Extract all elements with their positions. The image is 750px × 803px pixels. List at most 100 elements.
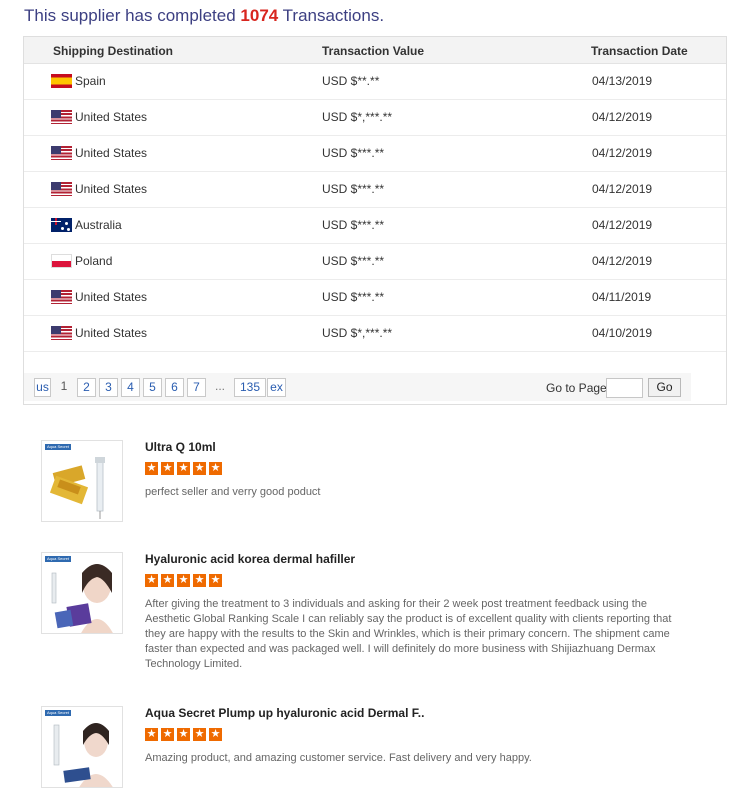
review-product-title[interactable]: Hyaluronic acid korea dermal hafiller [145,552,355,566]
review-text: perfect seller and verry good poduct [145,486,321,498]
destination-country: Spain [75,74,106,88]
transaction-value: USD $***.** [322,254,385,268]
table-row: Poland USD $***.** 04/12/2019 [24,244,726,280]
table-row: Australia USD $***.** 04/12/2019 [24,208,726,244]
transaction-value: USD $***.** [322,290,385,304]
destination-country: United States [75,110,148,124]
last-page-link[interactable]: 135 [234,378,266,397]
headline-suffix: Transactions. [282,6,385,25]
transaction-value: USD $***.** [322,146,385,160]
transaction-value: USD $*,***.** [322,326,393,340]
product-image-icon [49,457,105,519]
star-icon [209,727,222,741]
brand-label: Aqua Secret [45,444,71,450]
transaction-count: 1074 [240,6,279,25]
rating-stars [145,727,222,741]
page-link[interactable]: 4 [121,378,140,397]
star-icon [161,727,174,741]
page-link[interactable]: 6 [165,378,184,397]
product-thumbnail[interactable]: Aqua Secret [41,440,123,522]
review-product-title[interactable]: Ultra Q 10ml [145,440,216,454]
headline-prefix: This supplier has completed [24,6,236,25]
star-icon [177,727,190,741]
poland-flag-icon [51,254,72,268]
destination-country: United States [75,146,148,160]
next-page-button[interactable]: ex [267,378,286,397]
review-text: After giving the treatment to 3 individu… [145,598,672,670]
transaction-value: USD $***.** [322,182,385,196]
us-flag-icon [51,146,72,160]
page-current: 1 [60,379,68,393]
transaction-date: 04/12/2019 [592,218,653,232]
review-item: Aqua Secret Hyaluronic acid korea dermal… [41,552,701,672]
star-icon [193,461,206,475]
transactions-table: Shipping Destination Transaction Value T… [23,36,727,405]
table-row: United States USD $***.** 04/11/2019 [24,280,726,316]
star-icon [177,461,190,475]
review-item: Aqua Secret Ultra Q 10ml perfect seller … [41,440,701,522]
transaction-date: 04/12/2019 [592,146,653,160]
pagination-bar: us 1 2 3 4 5 6 7 ... 135 ex Go to Page G… [24,373,691,401]
table-row: United States USD $*,***.** 04/10/2019 [24,316,726,352]
review-product-title[interactable]: Aqua Secret Plump up hyaluronic acid Der… [145,706,424,720]
review-item: Aqua Secret Aqua Secret Plump up hyaluro… [41,706,701,790]
star-icon [161,461,174,475]
destination-country: Australia [75,218,122,232]
table-row: United States USD $*,***.** 04/12/2019 [24,100,726,136]
transaction-date: 04/13/2019 [592,74,653,88]
star-icon [193,573,206,587]
star-icon [177,573,190,587]
transaction-date: 04/10/2019 [592,326,653,340]
transaction-date: 04/12/2019 [592,110,653,124]
us-flag-icon [51,182,72,196]
destination-country: United States [75,290,148,304]
us-flag-icon [51,326,72,340]
star-icon [209,573,222,587]
star-icon [193,727,206,741]
star-icon [145,727,158,741]
table-row: Spain USD $**.** 04/13/2019 [24,64,726,100]
rating-stars [145,461,222,475]
transaction-date: 04/12/2019 [592,182,653,196]
prev-page-button[interactable]: us [34,378,51,397]
us-flag-icon [51,110,72,124]
goto-page-input[interactable] [606,378,643,398]
page-link[interactable]: 5 [143,378,162,397]
destination-country: United States [75,182,148,196]
table-row: United States USD $***.** 04/12/2019 [24,136,726,172]
page-link[interactable]: 3 [99,378,118,397]
star-icon [209,461,222,475]
spain-flag-icon [51,74,72,88]
transaction-value: USD $*,***.** [322,110,393,124]
product-thumbnail[interactable]: Aqua Secret [41,706,123,788]
brand-label: Aqua Secret [45,556,71,562]
transactions-headline: This supplier has completed 1074 Transac… [24,6,384,26]
transaction-value: USD $**.** [322,74,380,88]
star-icon [145,461,158,475]
transaction-date: 04/12/2019 [592,254,653,268]
table-row: United States USD $***.** 04/12/2019 [24,172,726,208]
transaction-value: USD $***.** [322,218,385,232]
column-header-value: Transaction Value [322,44,425,58]
review-text: Amazing product, and amazing customer se… [145,752,532,764]
column-header-destination: Shipping Destination [53,44,173,58]
star-icon [161,573,174,587]
table-header: Shipping Destination Transaction Value T… [24,37,726,64]
page-ellipsis: ... [214,379,225,393]
star-icon [145,573,158,587]
product-image-icon [53,723,113,787]
page-link[interactable]: 2 [77,378,96,397]
goto-page-label: Go to Page [546,381,607,395]
transaction-date: 04/11/2019 [592,290,652,304]
us-flag-icon [51,290,72,304]
go-button[interactable]: Go [648,378,681,397]
australia-flag-icon [51,218,72,232]
product-image-icon [51,564,113,633]
brand-label: Aqua Secret [45,710,71,716]
destination-country: United States [75,326,148,340]
column-header-date: Transaction Date [591,44,688,58]
product-thumbnail[interactable]: Aqua Secret [41,552,123,634]
page-link[interactable]: 7 [187,378,206,397]
rating-stars [145,573,222,587]
destination-country: Poland [75,254,113,268]
